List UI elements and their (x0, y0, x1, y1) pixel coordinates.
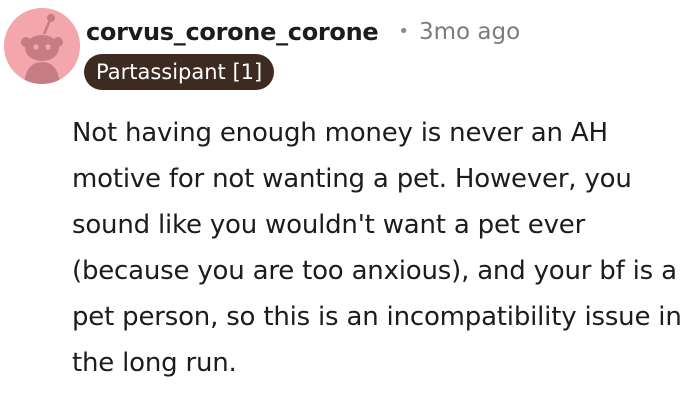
snoo-avatar-icon (4, 8, 80, 84)
comment: corvus_corone_corone • 3mo ago Partassip… (0, 0, 700, 401)
comment-body: Not having enough money is never an AH m… (72, 118, 682, 378)
user-avatar[interactable] (4, 8, 80, 84)
comment-timestamp[interactable]: 3mo ago (419, 19, 520, 45)
comment-header: corvus_corone_corone • 3mo ago (86, 12, 690, 52)
username-link[interactable]: corvus_corone_corone (86, 18, 379, 46)
user-flair-badge: Partassipant [1] (84, 54, 275, 90)
separator-dot: • (398, 20, 409, 42)
